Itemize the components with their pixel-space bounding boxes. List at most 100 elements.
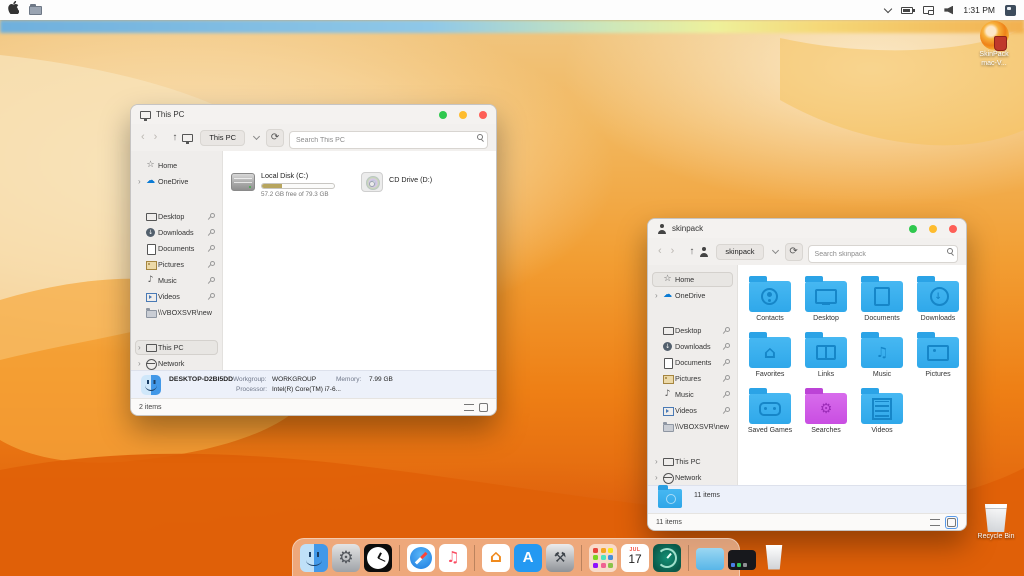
breadcrumb[interactable]: skinpack — [716, 244, 763, 260]
search-input[interactable] — [289, 131, 488, 149]
folder-tile-searches[interactable]: ⚙Searches — [798, 387, 854, 434]
window-black-icon[interactable] — [728, 550, 756, 570]
capacity-caption: 57.2 GB free of 79.3 GB — [261, 191, 335, 198]
launchpad-icon[interactable] — [589, 544, 617, 572]
finder-icon[interactable] — [300, 544, 328, 572]
zoom-button[interactable] — [909, 225, 917, 233]
processor-label: Processor: — [236, 386, 267, 393]
display-icon[interactable] — [923, 6, 934, 14]
chevron-right-icon: › — [138, 360, 145, 368]
menu-bar: 1:31 PM — [0, 0, 1024, 20]
titlebar[interactable]: skinpack — [648, 219, 966, 238]
battery-icon[interactable] — [901, 7, 913, 14]
sidebar-item-pictures[interactable]: Pictures — [135, 257, 218, 272]
workgroup-label: Workgroup: — [233, 376, 266, 383]
close-button[interactable] — [949, 225, 957, 233]
location-icon — [182, 134, 193, 142]
sidebar-item-videos[interactable]: Videos — [652, 403, 733, 418]
sidebar-item-vboxsvr-new[interactable]: \\VBOXSVR\new — [652, 419, 733, 434]
launchpad-dot — [601, 548, 606, 553]
sidebar: ☆Home›☁OneDrive DesktopDownloadsDocuments… — [648, 265, 738, 485]
hidden-icons-chevron-icon[interactable] — [884, 4, 892, 12]
folder-tile-desktop[interactable]: Desktop — [798, 275, 854, 322]
app-store-icon[interactable]: A — [514, 544, 542, 572]
sidebar-item-downloads[interactable]: Downloads — [652, 339, 733, 354]
folder-tile-pictures[interactable]: Pictures — [910, 331, 966, 378]
close-button[interactable] — [479, 111, 487, 119]
sidebar-item-this-pc[interactable]: ›This PC — [652, 454, 733, 469]
gear-icon: ⚙ — [332, 544, 360, 572]
list-view-icon[interactable] — [464, 404, 474, 411]
zoom-button[interactable] — [439, 111, 447, 119]
grid-view-icon[interactable] — [947, 518, 956, 527]
up-button[interactable]: ↑ — [172, 132, 177, 143]
trash-icon[interactable] — [760, 544, 788, 572]
desktop-icon-skinpack[interactable]: SkinPack mac-V... — [966, 21, 1022, 69]
breadcrumb[interactable]: This PC — [200, 130, 245, 146]
folder-tile-saved-games[interactable]: Saved Games — [742, 387, 798, 434]
titlebar[interactable]: This PC — [131, 105, 496, 124]
grid-view-icon[interactable] — [479, 403, 488, 412]
list-view-icon[interactable] — [930, 519, 940, 526]
sidebar-item-downloads[interactable]: Downloads — [135, 225, 218, 240]
sidebar-item-documents[interactable]: Documents — [652, 355, 733, 370]
sidebar-item-desktop[interactable]: Desktop — [135, 209, 218, 224]
music-app-icon[interactable]: ♫ — [439, 544, 467, 572]
up-button[interactable]: ↑ — [689, 246, 694, 257]
refresh-button[interactable]: ⟳ — [266, 129, 284, 147]
refresh-button[interactable]: ⟳ — [785, 243, 803, 261]
sidebar-item-desktop[interactable]: Desktop — [652, 323, 733, 338]
address-dropdown-icon[interactable] — [253, 133, 260, 140]
utilities-icon[interactable]: ⚒ — [546, 544, 574, 572]
sidebar-item-documents[interactable]: Documents — [135, 241, 218, 256]
folder-tile-music[interactable]: ♫Music — [854, 331, 910, 378]
folder-tile-contacts[interactable]: Contacts — [742, 275, 798, 322]
finder-eyes — [147, 380, 149, 384]
forward-button[interactable]: › — [152, 132, 160, 143]
grid-view-selected — [945, 516, 958, 529]
folder-tile-downloads[interactable]: ↓Downloads — [910, 275, 966, 322]
forward-button[interactable]: › — [669, 246, 677, 257]
settings-icon[interactable]: ⚙ — [332, 544, 360, 572]
clock-time[interactable]: 1:31 PM — [963, 5, 995, 15]
sidebar-item-onedrive[interactable]: ›☁OneDrive — [135, 174, 218, 189]
address-dropdown-icon[interactable] — [771, 247, 778, 254]
notification-center-icon[interactable] — [1005, 5, 1016, 16]
file-list-area[interactable]: Local Disk (C:) 57.2 GB free of 79.3 GB … — [223, 151, 496, 370]
minimize-button[interactable] — [929, 225, 937, 233]
sidebar-item-this-pc[interactable]: ›This PC — [135, 340, 218, 355]
search-icon — [947, 248, 953, 254]
back-button[interactable]: ‹ — [656, 246, 664, 257]
folder-tile-videos[interactable]: Videos — [854, 387, 910, 434]
calendar-icon[interactable]: JUL17 — [621, 544, 649, 572]
safari-icon[interactable] — [407, 544, 435, 572]
drive-cd-d[interactable]: CD Drive (D:) — [361, 171, 432, 198]
folder-tile-links[interactable]: Links — [798, 331, 854, 378]
this-pc-icon — [145, 343, 156, 353]
file-list-area[interactable]: ContactsDesktopDocuments↓Downloads ⌂Favor… — [738, 265, 966, 485]
sidebar-item-videos[interactable]: Videos — [135, 289, 218, 304]
time-machine-icon[interactable] — [653, 544, 681, 572]
drive-local-disk-c[interactable]: Local Disk (C:) 57.2 GB free of 79.3 GB — [231, 171, 335, 198]
file-explorer-menu-icon[interactable] — [29, 6, 42, 15]
minimize-button[interactable] — [459, 111, 467, 119]
sidebar-item-onedrive[interactable]: ›☁OneDrive — [652, 288, 733, 303]
sidebar-item-network[interactable]: ›Network — [652, 470, 733, 485]
apple-menu-icon[interactable] — [8, 1, 19, 19]
search-input[interactable] — [808, 245, 958, 263]
volume-icon[interactable] — [944, 6, 953, 15]
sidebar-item-music[interactable]: ♪Music — [652, 387, 733, 402]
sidebar-item-pictures[interactable]: Pictures — [652, 371, 733, 386]
sidebar-item-music[interactable]: ♪Music — [135, 273, 218, 288]
sidebar-item-network[interactable]: ›Network — [135, 356, 218, 370]
back-button[interactable]: ‹ — [139, 132, 147, 143]
sidebar-item-home[interactable]: ☆Home — [135, 158, 218, 173]
folder-tile-favorites[interactable]: ⌂Favorites — [742, 331, 798, 378]
home-app-icon[interactable]: ⌂ — [482, 544, 510, 572]
window-blue-icon[interactable] — [696, 548, 724, 570]
sidebar-item-vboxsvr-new[interactable]: \\VBOXSVR\new — [135, 305, 218, 320]
folder-tile-documents[interactable]: Documents — [854, 275, 910, 322]
clock-icon[interactable] — [364, 544, 392, 572]
desktop-icon-recycle-bin[interactable]: Recycle Bin — [968, 504, 1024, 542]
sidebar-item-home[interactable]: ☆Home — [652, 272, 733, 287]
